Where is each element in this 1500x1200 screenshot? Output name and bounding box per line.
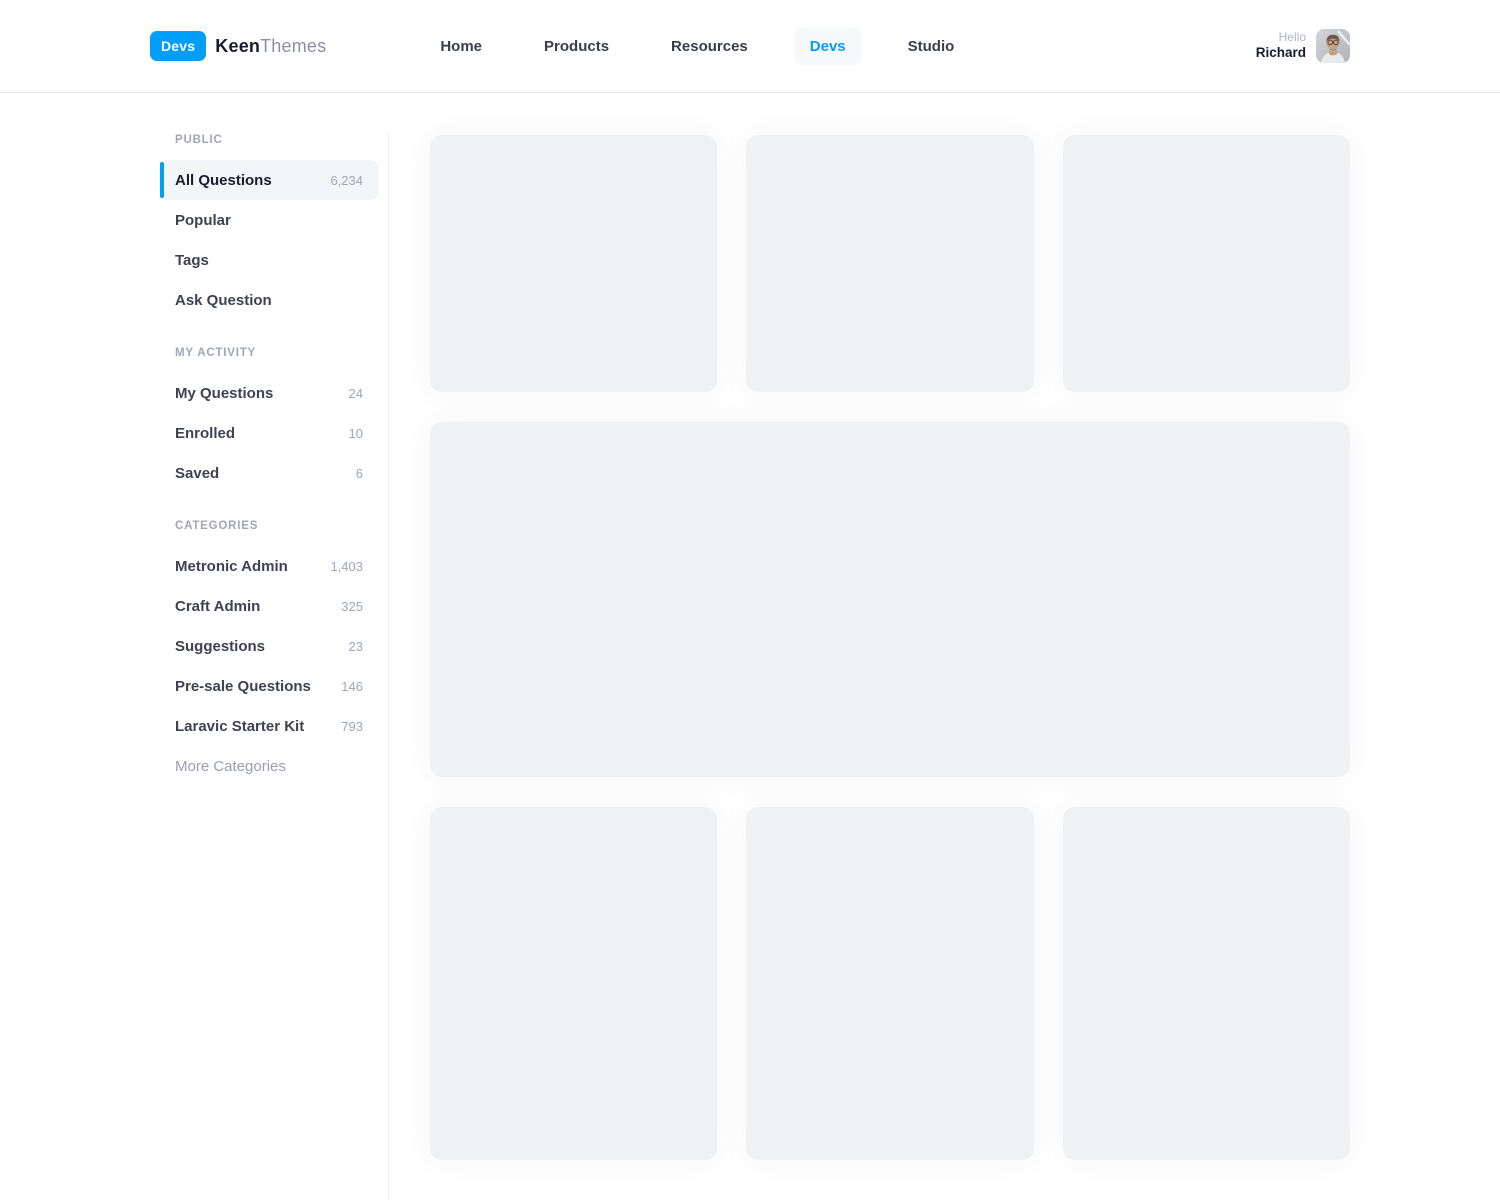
sidebar-item-pre-sale-questions[interactable]: Pre-sale Questions 146 (160, 666, 378, 706)
sidebar-section-public: PUBLIC All Questions 6,234 Popular Tags … (160, 133, 389, 320)
nav-item-home[interactable]: Home (424, 27, 498, 66)
brand-wordmark: KeenThemes (215, 36, 326, 57)
user-greeting: Hello (1256, 30, 1306, 45)
sidebar-item-tags[interactable]: Tags (160, 240, 378, 280)
count-badge: 10 (349, 426, 363, 441)
count-badge: 6 (356, 466, 363, 481)
content-placeholder-card (430, 135, 717, 392)
placeholder-row-top (430, 135, 1350, 392)
section-title-public: PUBLIC (160, 133, 389, 147)
sidebar-item-ask-question[interactable]: Ask Question (160, 280, 378, 320)
sidebar-section-my-activity: MY ACTIVITY My Questions 24 Enrolled 10 … (160, 346, 389, 493)
user-name: Richard (1256, 45, 1306, 62)
nav-item-resources[interactable]: Resources (655, 27, 764, 66)
brand-logo[interactable]: Devs KeenThemes (150, 31, 326, 61)
section-title-my-activity: MY ACTIVITY (160, 346, 389, 360)
count-badge: 24 (349, 386, 363, 401)
sidebar-item-popular[interactable]: Popular (160, 200, 378, 240)
sidebar-item-laravic-starter-kit[interactable]: Laravic Starter Kit 793 (160, 706, 378, 746)
sidebar-item-my-questions[interactable]: My Questions 24 (160, 373, 378, 413)
sidebar-section-categories: CATEGORIES Metronic Admin 1,403 Craft Ad… (160, 519, 389, 786)
sidebar-item-saved[interactable]: Saved 6 (160, 453, 378, 493)
count-badge: 6,234 (330, 173, 363, 188)
nav-item-studio[interactable]: Studio (892, 27, 971, 66)
placeholder-row-bottom (430, 807, 1350, 1160)
user-area: Hello Richard (1256, 29, 1350, 63)
nav-item-products[interactable]: Products (528, 27, 625, 66)
content-placeholder-card (1063, 807, 1350, 1160)
brand-badge: Devs (150, 31, 206, 61)
main-content (389, 93, 1500, 1200)
section-title-categories: CATEGORIES (160, 519, 389, 533)
user-greeting-block: Hello Richard (1256, 30, 1306, 62)
main-nav: Home Products Resources Devs Studio (424, 27, 970, 66)
count-badge: 23 (349, 639, 363, 654)
sidebar-item-all-questions[interactable]: All Questions 6,234 (160, 160, 378, 200)
sidebar-item-more-categories[interactable]: More Categories (160, 746, 378, 786)
sidebar-item-craft-admin[interactable]: Craft Admin 325 (160, 586, 378, 626)
sidebar-item-suggestions[interactable]: Suggestions 23 (160, 626, 378, 666)
page-body: PUBLIC All Questions 6,234 Popular Tags … (0, 93, 1500, 1200)
content-placeholder-card (1063, 135, 1350, 392)
count-badge: 325 (341, 599, 363, 614)
sidebar-item-enrolled[interactable]: Enrolled 10 (160, 413, 378, 453)
sidebar-item-metronic-admin[interactable]: Metronic Admin 1,403 (160, 546, 378, 586)
content-placeholder-card (746, 807, 1033, 1160)
count-badge: 793 (341, 719, 363, 734)
content-placeholder-card (430, 807, 717, 1160)
top-header: Devs KeenThemes Home Products Resources … (0, 0, 1500, 93)
count-badge: 146 (341, 679, 363, 694)
content-placeholder-card (746, 135, 1033, 392)
count-badge: 1,403 (330, 559, 363, 574)
user-avatar-icon[interactable] (1316, 29, 1350, 63)
content-placeholder-card-large (430, 422, 1350, 777)
nav-item-devs[interactable]: Devs (794, 27, 862, 66)
sidebar: PUBLIC All Questions 6,234 Popular Tags … (0, 93, 389, 1200)
